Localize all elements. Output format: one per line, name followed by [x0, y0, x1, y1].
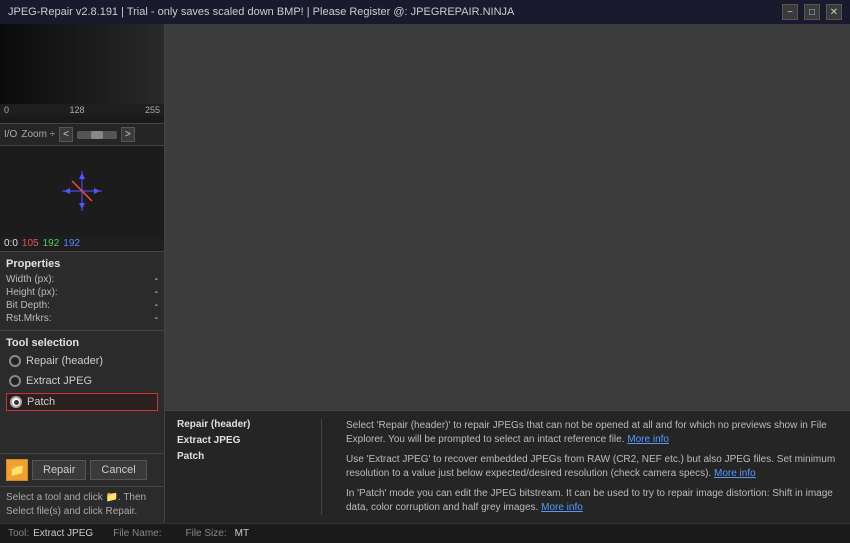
status-bar: Tool: Extract JPEG File Name: File Size:…: [0, 523, 850, 543]
instruction-line1: Select a tool and click 📁. Then: [6, 492, 146, 503]
title-bar: JPEG-Repair v2.8.191 | Trial - only save…: [0, 0, 850, 24]
properties-section: Properties Width (px): - Height (px): - …: [0, 252, 164, 331]
info-repair-text: Select 'Repair (header)' to repair JPEGs…: [346, 420, 827, 445]
prop-rstmrkrs-val: -: [155, 313, 158, 324]
coord-b: 192: [63, 238, 80, 249]
right-panel: Repair (header) Extract JPEG Patch Selec…: [165, 24, 850, 523]
radio-extract[interactable]: Extract JPEG: [6, 373, 158, 389]
info-descriptions: Select 'Repair (header)' to repair JPEGs…: [346, 419, 838, 515]
left-panel: 0 128 255 I/O Zoom ÷ < >: [0, 24, 165, 523]
ruler-right: 255: [145, 105, 160, 115]
preview-top: 0 128 255: [0, 24, 164, 124]
status-tool: Tool: Extract JPEG: [8, 528, 93, 539]
info-extract-link[interactable]: More info: [714, 468, 756, 479]
radio-patch-dot: [14, 400, 19, 405]
radio-repair[interactable]: Repair (header): [6, 353, 158, 369]
radio-extract-label: Extract JPEG: [26, 375, 92, 387]
close-button[interactable]: ✕: [826, 4, 842, 20]
instruction-line2: Select file(s) and click Repair.: [6, 506, 137, 517]
coords-bar: 0:0 105 192 192: [0, 236, 164, 252]
minimize-button[interactable]: −: [782, 4, 798, 20]
prop-width-val: -: [155, 274, 158, 285]
status-filesize-label: File Size:: [186, 528, 227, 539]
crosshair-icon: [62, 171, 102, 211]
toolbar-row: I/O Zoom ÷ < >: [0, 124, 164, 146]
prop-height: Height (px): -: [6, 287, 158, 298]
instruction-text: Select a tool and click 📁. Then Select f…: [0, 487, 164, 523]
action-row: 📁 Repair Cancel: [0, 454, 164, 487]
folder-icon: 📁: [10, 463, 25, 477]
nav-right-button[interactable]: >: [121, 127, 135, 142]
prop-height-label: Height (px):: [6, 287, 58, 298]
radio-patch[interactable]: Patch: [6, 393, 158, 411]
prop-rstmrkrs: Rst.Mrkrs: -: [6, 313, 158, 324]
ruler-bar: 0 128 255: [0, 104, 164, 116]
info-patch-text: In 'Patch' mode you can edit the JPEG bi…: [346, 488, 833, 513]
radio-repair-circle: [9, 355, 21, 367]
preview-canvas: [0, 24, 164, 104]
status-tool-label: Tool:: [8, 528, 29, 539]
prop-width: Width (px): -: [6, 274, 158, 285]
radio-patch-label: Patch: [27, 396, 55, 408]
prop-bitdepth-label: Bit Depth:: [6, 300, 50, 311]
status-filename: File Name:: [113, 528, 165, 539]
coord-g: 192: [43, 238, 60, 249]
nav-left-button[interactable]: <: [59, 127, 73, 142]
right-main: [165, 24, 850, 410]
info-extract-desc: Use 'Extract JPEG' to recover embedded J…: [346, 453, 838, 481]
info-repair-title: Repair (header): [177, 419, 297, 430]
info-extract-text: Use 'Extract JPEG' to recover embedded J…: [346, 454, 835, 479]
cancel-button[interactable]: Cancel: [90, 460, 146, 480]
folder-button[interactable]: 📁: [6, 459, 28, 481]
ruler-left: 0: [4, 105, 9, 115]
preview-crosshair: [0, 146, 164, 236]
ruler-mid: 128: [69, 105, 84, 115]
coord-pos: 0:0: [4, 238, 18, 249]
radio-repair-label: Repair (header): [26, 355, 103, 367]
info-repair-desc: Select 'Repair (header)' to repair JPEGs…: [346, 419, 838, 447]
radio-extract-circle: [9, 375, 21, 387]
prop-height-val: -: [155, 287, 158, 298]
zoom-label: Zoom ÷: [21, 129, 55, 140]
main-layout: 0 128 255 I/O Zoom ÷ < >: [0, 24, 850, 523]
info-patch-link[interactable]: More info: [541, 502, 583, 513]
info-patch-desc: In 'Patch' mode you can edit the JPEG bi…: [346, 487, 838, 515]
info-repair-link[interactable]: More info: [627, 434, 669, 445]
prop-rstmrkrs-label: Rst.Mrkrs:: [6, 313, 52, 324]
nav-slider-thumb: [91, 131, 103, 139]
info-panel: Repair (header) Extract JPEG Patch Selec…: [165, 410, 850, 523]
maximize-button[interactable]: □: [804, 4, 820, 20]
tool-selection-title: Tool selection: [6, 337, 158, 349]
coord-r: 105: [22, 238, 39, 249]
radio-extract-dot: [13, 379, 18, 384]
info-divider: [321, 419, 322, 515]
status-filesize: File Size: MT: [186, 528, 250, 539]
io-label: I/O: [4, 129, 17, 140]
info-patch-title: Patch: [177, 451, 297, 462]
title-bar-controls: − □ ✕: [782, 4, 842, 20]
repair-button[interactable]: Repair: [32, 460, 86, 480]
crosshair-canvas: [0, 146, 164, 236]
info-col-repair: Repair (header) Extract JPEG Patch: [177, 419, 297, 515]
prop-bitdepth-val: -: [155, 300, 158, 311]
tool-section: Tool selection Repair (header) Extract J…: [0, 331, 164, 454]
prop-width-label: Width (px):: [6, 274, 54, 285]
status-filename-label: File Name:: [113, 528, 161, 539]
properties-title: Properties: [6, 258, 158, 270]
window-title: JPEG-Repair v2.8.191 | Trial - only save…: [8, 6, 514, 18]
status-tool-value: Extract JPEG: [33, 528, 93, 539]
nav-slider[interactable]: [77, 131, 117, 139]
info-extract-title: Extract JPEG: [177, 435, 297, 446]
radio-patch-circle: [10, 396, 22, 408]
radio-repair-dot: [13, 359, 18, 364]
status-unit: MT: [235, 528, 249, 539]
prop-bitdepth: Bit Depth: -: [6, 300, 158, 311]
